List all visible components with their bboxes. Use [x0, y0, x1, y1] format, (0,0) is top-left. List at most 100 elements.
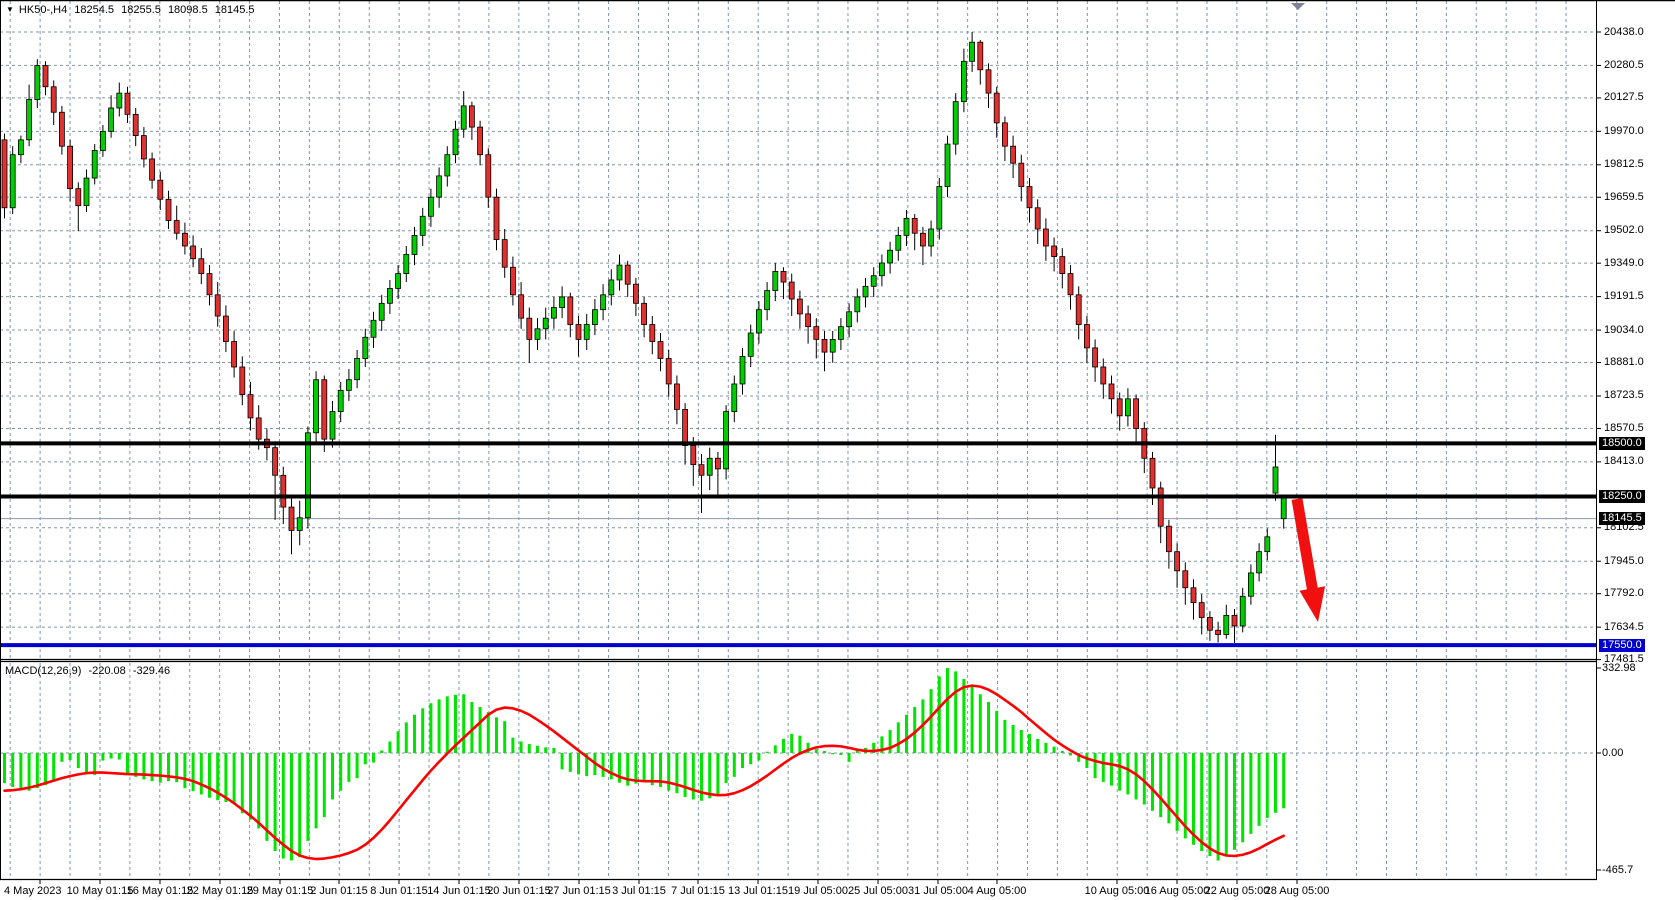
chart-shift-marker[interactable] [1291, 3, 1305, 10]
time-axis-label: 3 Jul 01:15 [612, 885, 666, 898]
candle-body [1019, 163, 1024, 186]
candle-body [781, 271, 786, 282]
candle-body [1207, 617, 1212, 630]
price-axis-label: 19812.5 [1604, 158, 1644, 171]
candle-body [748, 333, 753, 356]
time-axis-label: 10 May 01:15 [67, 885, 134, 898]
candle-body [18, 140, 23, 155]
candle-body [1265, 537, 1270, 552]
candle-body [502, 240, 507, 268]
quote-symbol: HK50-,H4 [19, 4, 67, 16]
candle-body [346, 380, 351, 391]
candle-body [1027, 187, 1032, 208]
chart-canvas[interactable] [0, 0, 1675, 900]
candle-body [683, 409, 688, 445]
candle-body [1134, 399, 1139, 429]
price-level-label: 18145.5 [1599, 512, 1645, 525]
time-axis-label: 29 May 01:15 [247, 885, 314, 898]
candle-body [584, 325, 589, 340]
candle-body [642, 303, 647, 324]
candle-body [535, 329, 540, 340]
candle-body [1273, 467, 1278, 493]
candle-body [1035, 208, 1040, 229]
candle-body [1011, 146, 1016, 163]
candle-body [863, 286, 868, 297]
time-axis-label: 28 Aug 05:00 [1265, 885, 1330, 898]
candle-body [674, 384, 679, 409]
candle-body [1175, 552, 1180, 571]
price-axis-label: 19502.0 [1604, 224, 1644, 237]
candle-body [1101, 367, 1106, 384]
candle-body [297, 518, 302, 531]
candle-body [1240, 596, 1245, 626]
chart-window: ▼HK50-,H4 18254.5 18255.5 18098.5 18145.… [0, 0, 1675, 900]
time-axis-label: 2 Jun 01:15 [310, 885, 368, 898]
time-axis-label: 25 Jul 05:00 [848, 885, 908, 898]
candle-body [1199, 603, 1204, 618]
candle-body [838, 327, 843, 340]
candle-body [84, 178, 89, 206]
candle-body [699, 465, 704, 476]
candle-body [445, 155, 450, 176]
panel-borders [0, 0, 1675, 880]
candle-body [314, 380, 319, 433]
candle-body [707, 458, 712, 475]
candle-body [822, 339, 827, 352]
candle-body [1281, 496, 1286, 519]
candle-body [215, 295, 220, 316]
candle-body [904, 218, 909, 235]
candle-body [1109, 384, 1114, 399]
candle-body [420, 216, 425, 235]
candle-body [396, 274, 401, 289]
symbol-dropdown-icon[interactable]: ▼ [6, 5, 14, 14]
candle-body [929, 229, 934, 246]
candle-body [666, 358, 671, 383]
candle-body [986, 70, 991, 93]
candle-body [379, 303, 384, 320]
candle-body [355, 358, 360, 379]
candle-body [338, 390, 343, 411]
candle-body [1191, 588, 1196, 603]
candle-body [27, 100, 32, 140]
candle-body [1248, 573, 1253, 596]
candle-body [568, 297, 573, 325]
candle-body [281, 475, 286, 507]
candle-body [1084, 325, 1089, 348]
time-axis-label: 22 Aug 05:00 [1205, 885, 1270, 898]
candle-body [68, 146, 73, 188]
candle-body [1150, 458, 1155, 488]
candle-body [601, 295, 606, 310]
candle-body [199, 259, 204, 274]
candle-body [519, 295, 524, 318]
candle-body [740, 356, 745, 384]
price-axis-label: 19659.5 [1604, 191, 1644, 204]
candle-body [453, 129, 458, 154]
price-axis-label: 18413.0 [1604, 455, 1644, 468]
candle-body [59, 112, 64, 146]
candle-body [273, 448, 278, 476]
price-axis-label: 19970.0 [1604, 125, 1644, 138]
candle-body [814, 327, 819, 340]
candle-body [576, 325, 581, 340]
macd-value: -220.08 [88, 665, 125, 677]
candle-body [1183, 571, 1188, 588]
candle-body [756, 310, 761, 333]
candle-body [174, 221, 179, 234]
time-axis-label: 16 Aug 05:00 [1145, 885, 1210, 898]
price-axis-label: 17792.0 [1604, 587, 1644, 600]
candle-body [182, 233, 187, 246]
quote-open: 18254.5 [74, 4, 114, 16]
candle-body [1093, 348, 1098, 367]
candle-body [117, 93, 122, 108]
candles [2, 32, 1286, 643]
candle-body [109, 108, 114, 131]
candle-body [125, 93, 130, 114]
candle-body [404, 254, 409, 273]
quote-high: 18255.5 [121, 4, 161, 16]
time-axis-label: 4 May 2023 [4, 885, 61, 898]
candle-body [363, 337, 368, 358]
price-axis-label: 19034.0 [1604, 324, 1644, 337]
candle-body [806, 314, 811, 327]
candle-body [888, 250, 893, 263]
candle-body [617, 265, 622, 280]
